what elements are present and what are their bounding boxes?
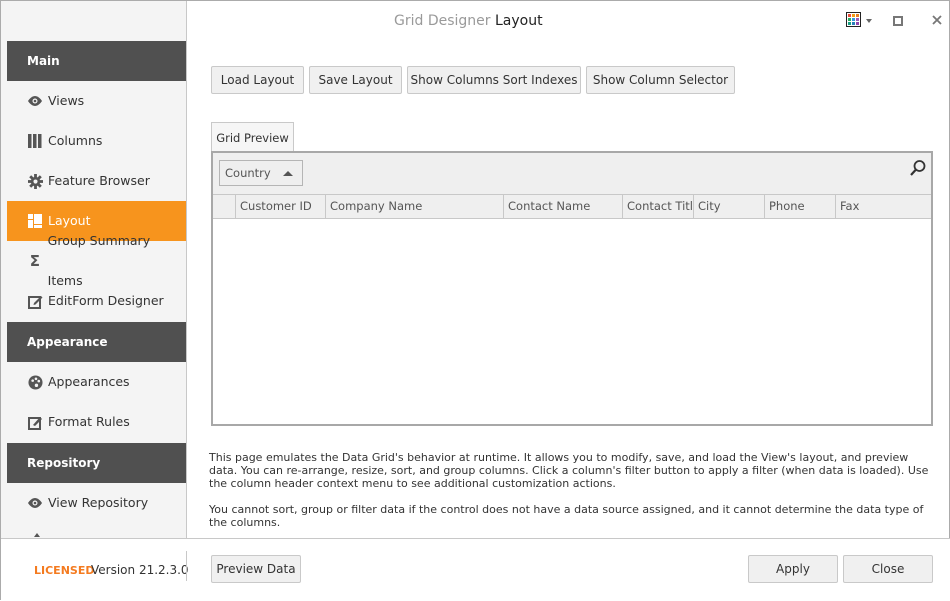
scroll-more-indicator[interactable] <box>34 533 40 537</box>
column-header[interactable]: Customer ID <box>236 195 326 219</box>
sidebar-item-format-rules[interactable]: Format Rules <box>7 402 186 442</box>
group-panel: Country <box>213 153 931 195</box>
sidebar-item-label: EditForm Designer <box>48 293 164 308</box>
sidebar-group-appearance: Appearance <box>7 322 186 362</box>
footer-divider <box>186 551 187 581</box>
sidebar-item-label: Format Rules <box>48 414 130 429</box>
sidebar-item-feature-browser[interactable]: Feature Browser <box>7 161 186 201</box>
layout-icon <box>27 213 43 229</box>
window-title: Grid Designer Layout <box>394 13 543 29</box>
show-column-selector-button[interactable]: Show Column Selector <box>586 66 735 94</box>
show-columns-sort-indexes-button[interactable]: Show Columns Sort Indexes <box>407 66 581 94</box>
sidebar-item-label: Appearances <box>48 374 130 389</box>
title-prefix: Grid Designer <box>394 13 491 29</box>
sigma-icon: Σ <box>29 252 40 270</box>
row-indicator-header <box>213 195 236 219</box>
group-column-country[interactable]: Country <box>219 160 303 186</box>
sidebar-item-columns[interactable]: Columns <box>7 121 186 161</box>
column-header[interactable]: Contact Title <box>623 195 694 219</box>
sidebar-item-editform-designer[interactable]: EditForm Designer <box>7 281 186 321</box>
sidebar-item-label: Views <box>48 93 85 108</box>
columns-icon <box>27 133 43 149</box>
sidebar-group-repository: Repository <box>7 443 186 483</box>
column-header[interactable]: Fax <box>836 195 931 219</box>
apply-button[interactable]: Apply <box>748 555 838 583</box>
chevron-down-icon <box>866 19 872 23</box>
grid-preview: Country Customer ID Company Name Contact… <box>211 151 933 426</box>
format-rules-icon <box>27 414 43 430</box>
sort-ascending-icon <box>283 171 293 176</box>
eye-icon <box>27 93 43 109</box>
preview-data-button[interactable]: Preview Data <box>211 555 301 583</box>
column-header[interactable]: City <box>694 195 765 219</box>
title-page: Layout <box>495 13 543 29</box>
version-label: Version 21.2.3.0 <box>91 563 189 577</box>
gear-icon <box>27 173 43 189</box>
sidebar-item-label: View Repository <box>48 495 149 510</box>
column-header-row: Customer ID Company Name Contact Name Co… <box>213 195 931 219</box>
sidebar-item-views[interactable]: Views <box>7 81 186 121</box>
licensed-label: LICENSED <box>34 564 95 577</box>
grid-designer-window: Main Views Columns Feature Browser Layou… <box>0 0 950 601</box>
sidebar-item-group-summary-items[interactable]: Σ Group Summary Items <box>7 233 186 288</box>
sidebar-item-view-repository[interactable]: View Repository <box>7 483 186 523</box>
column-header[interactable]: Company Name <box>326 195 504 219</box>
tab-grid-preview[interactable]: Grid Preview <box>211 122 294 152</box>
save-layout-button[interactable]: Save Layout <box>309 66 402 94</box>
load-layout-button[interactable]: Load Layout <box>211 66 304 94</box>
close-window-button[interactable] <box>927 11 947 31</box>
close-button[interactable]: Close <box>843 555 933 583</box>
sidebar-group-main: Main <box>7 41 186 81</box>
palette-icon <box>27 374 43 390</box>
maximize-button[interactable] <box>888 11 908 31</box>
search-icon <box>909 160 927 180</box>
description: This page emulates the Data Grid's behav… <box>209 451 934 542</box>
description-paragraph: This page emulates the Data Grid's behav… <box>209 451 929 490</box>
footer: LICENSED Version 21.2.3.0 Preview Data A… <box>1 538 950 601</box>
close-icon <box>932 14 942 28</box>
eye-icon <box>27 495 43 511</box>
sidebar-item-label: Feature Browser <box>48 173 150 188</box>
sidebar-item-label: Columns <box>48 133 103 148</box>
sidebar: Main Views Columns Feature Browser Layou… <box>1 1 187 538</box>
column-header[interactable]: Phone <box>765 195 836 219</box>
maximize-icon <box>893 16 903 26</box>
search-button[interactable] <box>909 159 927 177</box>
skin-dropdown-button[interactable] <box>859 11 879 31</box>
sidebar-item-appearances[interactable]: Appearances <box>7 362 186 402</box>
group-column-label: Country <box>225 166 271 180</box>
edit-form-icon <box>27 293 43 309</box>
column-header[interactable]: Contact Name <box>504 195 623 219</box>
description-paragraph: You cannot sort, group or filter data if… <box>209 503 924 529</box>
